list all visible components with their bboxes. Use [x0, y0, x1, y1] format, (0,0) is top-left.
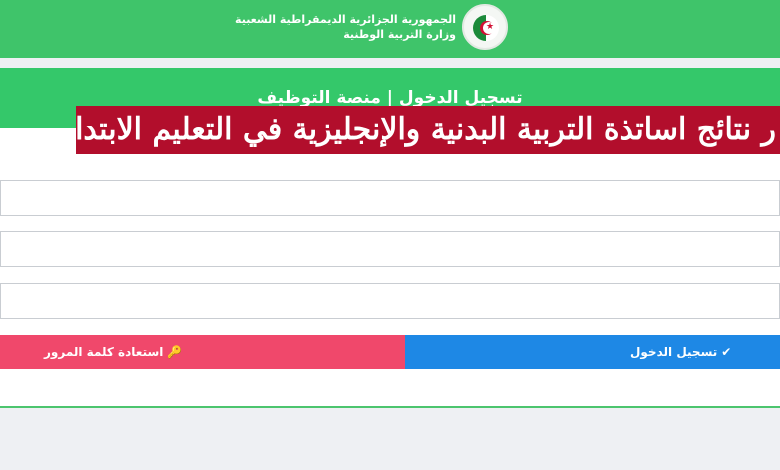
headline-text: ر نتائج اساتذة التربية البدنية والإنجليز… [76, 112, 776, 147]
password-input[interactable] [1, 232, 779, 266]
key-icon: 🔑 [167, 345, 183, 359]
reset-password-label: استعادة كلمة المرور [44, 345, 164, 359]
government-title: الجمهورية الجزائرية الديمقراطية الشعبية … [235, 12, 456, 42]
top-header-bar: الجمهورية الجزائرية الديمقراطية الشعبية … [0, 0, 780, 58]
page-title: تسجيل الدخول | منصة التوظيف [257, 88, 523, 108]
username-field[interactable] [0, 180, 780, 216]
captcha-input[interactable] [1, 284, 779, 318]
captcha-field[interactable] [0, 283, 780, 319]
login-button[interactable]: ✔ تسجيل الدخول [405, 335, 780, 369]
results-headline-banner: ر نتائج اساتذة التربية البدنية والإنجليز… [76, 106, 780, 154]
check-icon: ✔ [721, 345, 732, 359]
algeria-flag-emblem-icon: ★ [462, 4, 508, 50]
ministry-name: وزارة التربية الوطنية [343, 28, 456, 41]
username-input[interactable] [1, 181, 779, 215]
republic-name: الجمهورية الجزائرية الديمقراطية الشعبية [235, 13, 456, 26]
reset-password-button[interactable]: 🔑 استعادة كلمة المرور [0, 335, 405, 369]
password-field[interactable] [0, 231, 780, 267]
login-label: تسجيل الدخول [630, 345, 718, 359]
